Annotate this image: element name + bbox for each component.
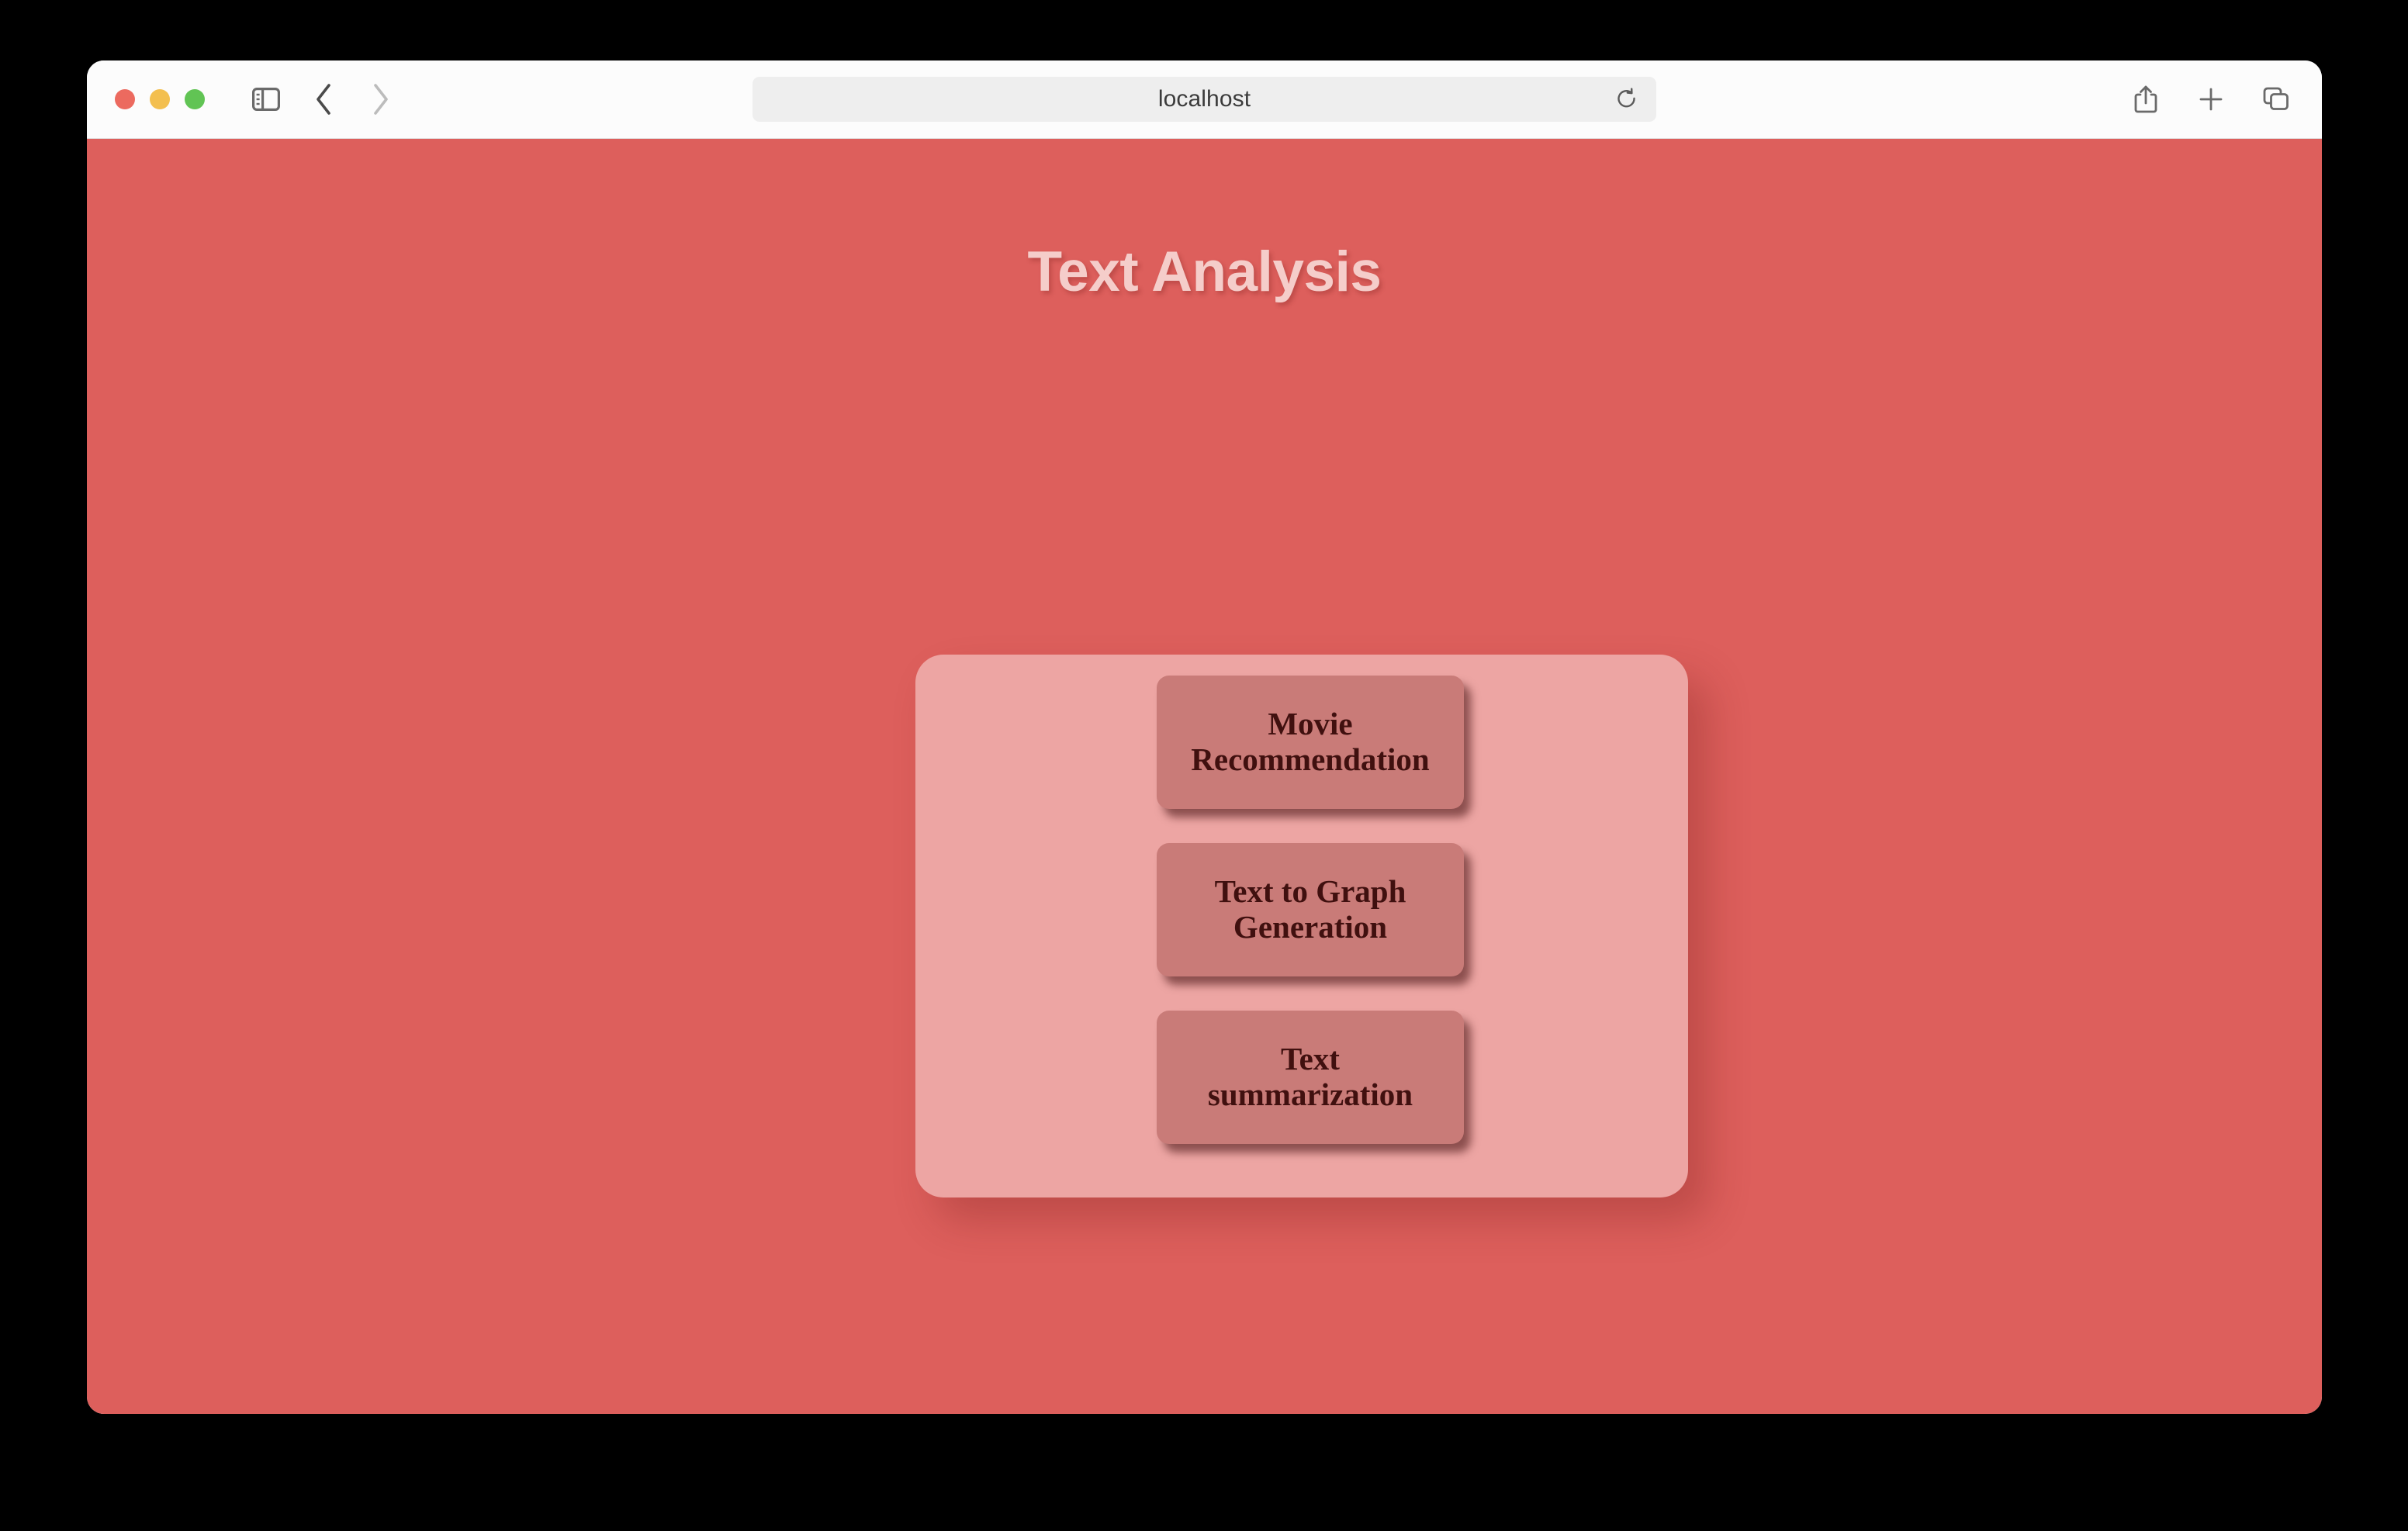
zoom-window-button[interactable]	[185, 89, 205, 109]
page-title: Text Analysis	[1027, 240, 1382, 303]
chevron-right-icon	[371, 82, 391, 116]
address-bar[interactable]: localhost	[752, 77, 1656, 122]
sidebar-toggle-button[interactable]	[244, 77, 289, 122]
movie-recommendation-button[interactable]: Movie Recommendation	[1157, 676, 1464, 809]
forward-button[interactable]	[358, 77, 403, 122]
button-row: Text to Graph Generation	[915, 843, 1688, 976]
sidebar-icon	[252, 88, 280, 111]
minimize-window-button[interactable]	[150, 89, 170, 109]
tab-overview-icon	[2262, 86, 2290, 112]
close-window-button[interactable]	[115, 89, 135, 109]
browser-window: localhost Text Analysis Movie Recommenda…	[87, 60, 2322, 1414]
browser-toolbar: localhost	[87, 60, 2322, 139]
page-content: Text Analysis Movie Recommendation Text …	[87, 139, 2322, 1414]
navigation-controls	[244, 77, 403, 122]
button-row: Movie Recommendation	[915, 676, 1688, 809]
tab-overview-button[interactable]	[2254, 77, 2299, 122]
actions-card: Movie Recommendation Text to Graph Gener…	[915, 655, 1688, 1197]
button-row: Text summarization	[915, 1011, 1688, 1144]
address-bar-text: localhost	[1157, 86, 1251, 112]
window-controls	[115, 89, 205, 109]
chevron-left-icon	[313, 82, 334, 116]
toolbar-right-actions	[2123, 77, 2299, 122]
share-button[interactable]	[2123, 77, 2168, 122]
plus-icon	[2198, 86, 2224, 112]
reload-button[interactable]	[1611, 84, 1642, 115]
reload-icon	[1616, 88, 1638, 111]
back-button[interactable]	[301, 77, 346, 122]
text-to-graph-generation-button[interactable]: Text to Graph Generation	[1157, 843, 1464, 976]
share-icon	[2133, 84, 2159, 115]
new-tab-button[interactable]	[2188, 77, 2233, 122]
address-bar-container: localhost	[87, 77, 2322, 122]
text-summarization-button[interactable]: Text summarization	[1157, 1011, 1464, 1144]
